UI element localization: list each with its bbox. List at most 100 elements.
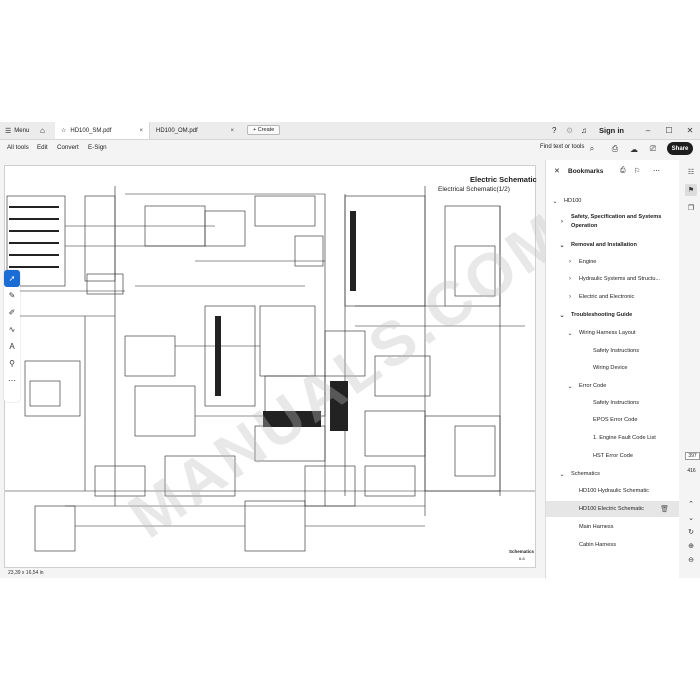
bookmark-label-line1: Safety, Specification and Systems xyxy=(571,214,662,220)
close-panel-icon[interactable]: ✕ xyxy=(554,167,560,175)
bookmark-label: Cabin Harness xyxy=(579,542,616,548)
bookmark-item[interactable]: HD100 Hydraulic Schematic xyxy=(546,483,679,499)
chevron-right-icon[interactable]: › xyxy=(566,276,574,282)
select-cursor-icon[interactable]: ➚ xyxy=(4,270,20,287)
menu-all-tools[interactable]: All tools xyxy=(7,144,29,151)
zoom-out-icon[interactable]: ⊖ xyxy=(685,554,697,566)
tab-hd100-sm[interactable]: ☆ HD100_SM.pdf × xyxy=(55,122,150,139)
bookmark-label: Electric and Electronic xyxy=(579,294,635,300)
bookmark-item[interactable]: ⌄ Troubleshooting Guide xyxy=(546,307,679,323)
bookmark-item[interactable]: ⌄ Removal and Installation xyxy=(546,237,679,253)
comments-panel-icon[interactable]: ☷ xyxy=(685,166,697,178)
highlight-icon[interactable]: ✐ xyxy=(4,304,20,321)
document-page[interactable] xyxy=(4,165,536,568)
tab-hd100-om[interactable]: HD100_OM.pdf × xyxy=(150,122,240,139)
menu-button[interactable]: ☰ Menu xyxy=(5,122,29,139)
find-text-tools[interactable]: Find text or tools xyxy=(540,144,584,150)
bookmark-label: 1. Engine Fault Code List xyxy=(593,435,656,441)
bookmark-label: HD100 Hydraulic Schematic xyxy=(579,488,649,494)
bookmark-item[interactable]: ⌄ Schematics xyxy=(546,466,679,482)
right-rail: ☷ ⚑ ❐ ⌃ ⌄ ↻ ⊕ ⊖ xyxy=(683,160,700,578)
more-options-icon[interactable]: ⋯ xyxy=(653,167,660,175)
bookmark-item[interactable]: Safety Instructions xyxy=(546,395,679,411)
chevron-down-icon[interactable]: ⌄ xyxy=(566,330,574,337)
create-button[interactable]: + Create xyxy=(247,125,281,135)
bookmark-item[interactable]: HD100 Electric Schematic 🗑 xyxy=(546,501,679,517)
zoom-in-icon[interactable]: ⊕ xyxy=(685,540,697,552)
bookmark-label: Main Harness xyxy=(579,524,614,530)
chevron-down-icon[interactable]: ⌄ xyxy=(558,312,566,319)
chevron-down-icon[interactable]: ⌄ xyxy=(566,383,574,390)
bookmark-item[interactable]: ⌄ Error Code xyxy=(546,378,679,394)
menu-label: Menu xyxy=(14,127,30,134)
bookmark-icon[interactable]: ⚐ xyxy=(634,167,640,175)
bookmark-label: Safety Instructions xyxy=(593,348,640,354)
bookmark-label: Schematics xyxy=(571,471,600,477)
bookmark-item[interactable]: Main Harness xyxy=(546,519,679,535)
chevron-right-icon[interactable]: › xyxy=(566,294,574,300)
gear-icon[interactable]: ⚙ xyxy=(566,122,573,139)
comment-icon[interactable]: ✎ xyxy=(4,287,20,304)
chevron-down-icon[interactable]: ⌄ xyxy=(551,198,559,205)
help-icon[interactable]: ? xyxy=(552,122,556,139)
bookmark-item[interactable]: Wiring Device xyxy=(546,360,679,376)
prev-page-icon[interactable]: ⌃ xyxy=(685,498,697,510)
next-page-icon[interactable]: ⌄ xyxy=(685,512,697,524)
stamp-icon[interactable]: ⚲ xyxy=(4,355,20,372)
total-pages: 416 xyxy=(687,468,696,474)
bookmark-item[interactable]: › Electric and Electronic xyxy=(546,289,679,305)
bookmark-item[interactable]: Cabin Harness xyxy=(546,537,679,553)
bookmark-item[interactable]: Safety Instructions xyxy=(546,343,679,359)
share-button[interactable]: Share xyxy=(667,142,693,155)
hamburger-icon: ☰ xyxy=(5,127,12,135)
bookmark-item[interactable]: HST Error Code xyxy=(546,448,679,464)
bookmark-item[interactable]: 1. Engine Fault Code List xyxy=(546,430,679,446)
minimize-icon[interactable]: – xyxy=(640,122,656,139)
trash-icon[interactable]: 🗑 xyxy=(660,505,669,513)
bookmark-label: Troubleshooting Guide xyxy=(571,312,633,318)
current-page-input[interactable]: 397 xyxy=(685,452,700,460)
bookmark-item[interactable]: EPOS Error Code xyxy=(546,412,679,428)
menu-convert[interactable]: Convert xyxy=(57,144,79,151)
bell-icon[interactable]: ♫ xyxy=(581,122,587,139)
bookmark-item[interactable]: › Safety, Specification and Systems Operat… xyxy=(546,210,679,234)
menu-edit[interactable]: Edit xyxy=(37,144,48,151)
tab-label: HD100_SM.pdf xyxy=(70,127,112,134)
cloud-upload-icon[interactable]: ☁ xyxy=(629,144,639,154)
bookmark-item[interactable]: ⌄ HD100 xyxy=(546,193,679,209)
chevron-down-icon[interactable]: ⌄ xyxy=(558,242,566,249)
star-icon[interactable]: ☆ xyxy=(61,127,66,134)
chevron-right-icon[interactable]: › xyxy=(566,259,574,265)
bookmark-label-line2: Operation xyxy=(571,223,598,229)
tab-bar: ☰ Menu ⌂ ☆ HD100_SM.pdf × HD100_OM.pdf ×… xyxy=(0,122,700,140)
maximize-icon[interactable]: ☐ xyxy=(661,122,677,139)
bookmark-label: Hydraulic Systems and Structu... xyxy=(579,276,661,282)
close-tab-icon[interactable]: × xyxy=(139,128,143,134)
bookmark-item[interactable]: › Hydraulic Systems and Structu... xyxy=(546,271,679,287)
save-icon[interactable]: ⎙ xyxy=(610,144,620,154)
bookmarks-panel-icon[interactable]: ⚑ xyxy=(685,184,697,196)
bookmark-label: HD100 Electric Schematic xyxy=(579,506,644,512)
print-icon[interactable]: ⎚ xyxy=(648,144,658,154)
page-size-readout: 23,39 x 16,54 in xyxy=(8,570,44,576)
footer-section: Schematics xyxy=(509,549,535,554)
bookmark-item[interactable]: ⌄ Wiring Harness Layout xyxy=(546,325,679,341)
rotate-icon[interactable]: ↻ xyxy=(685,526,697,538)
close-window-icon[interactable]: ✕ xyxy=(682,122,698,139)
footer-page: 6-6 xyxy=(519,556,525,561)
sign-in-button[interactable]: Sign in xyxy=(599,122,624,139)
pages-panel-icon[interactable]: ❐ xyxy=(685,202,697,214)
chevron-right-icon[interactable]: › xyxy=(558,219,566,225)
schematic-subtitle: Electrical Schematic(1/2) xyxy=(438,186,510,193)
chevron-down-icon[interactable]: ⌄ xyxy=(558,471,566,478)
bookmark-item[interactable]: › Engine xyxy=(546,254,679,270)
more-icon[interactable]: ⋯ xyxy=(4,372,20,389)
draw-icon[interactable]: ∿ xyxy=(4,321,20,338)
home-icon[interactable]: ⌂ xyxy=(40,122,45,139)
search-icon[interactable]: ⌕ xyxy=(587,144,597,154)
bookmark-label: EPOS Error Code xyxy=(593,417,638,423)
menu-esign[interactable]: E-Sign xyxy=(88,144,107,151)
close-tab-icon[interactable]: × xyxy=(230,128,234,134)
text-icon[interactable]: A xyxy=(4,338,20,355)
add-bookmark-icon[interactable]: ⎙ xyxy=(620,167,626,175)
